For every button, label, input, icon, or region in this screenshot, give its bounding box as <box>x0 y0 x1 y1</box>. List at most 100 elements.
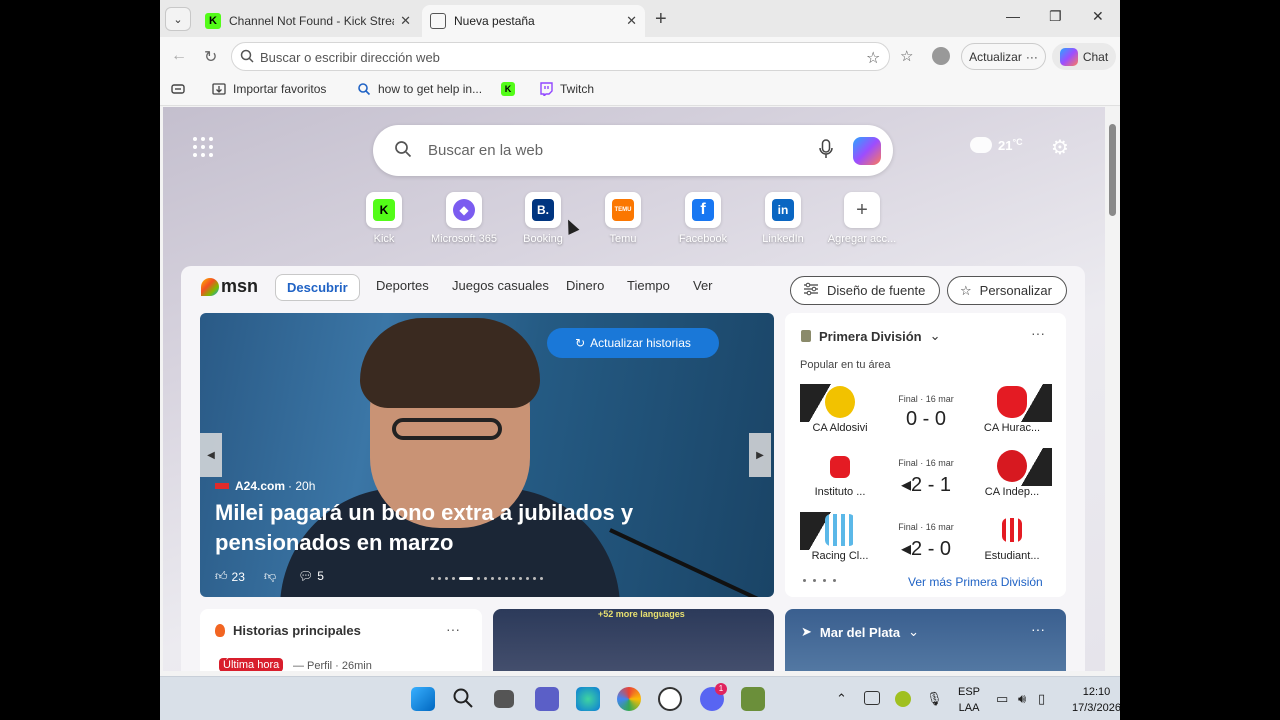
carousel-dot[interactable] <box>533 577 536 580</box>
more-options-button[interactable]: ··· <box>1031 621 1045 637</box>
quick-link-linkedin[interactable]: in LinkedIn <box>743 192 823 245</box>
tab-deportes[interactable]: Deportes <box>376 278 429 293</box>
minecraft-icon[interactable] <box>741 687 765 711</box>
match-row[interactable]: Final · 16 mar ◂2 - 0 Racing Cl... Estud… <box>800 512 1052 566</box>
carousel-next-button[interactable]: ▶ <box>749 433 771 477</box>
comments-button[interactable]: 💬︎ 5 <box>298 569 324 583</box>
minimize-button[interactable]: — <box>1006 8 1020 24</box>
league-selector[interactable]: Primera División ⌄ <box>801 328 941 344</box>
close-window-button[interactable]: ✕ <box>1092 8 1104 25</box>
bookmark-import[interactable]: Importar favoritos <box>212 82 326 96</box>
carousel-dots[interactable] <box>431 577 543 580</box>
quick-link-temu[interactable]: TEMU Temu <box>583 192 663 245</box>
more-options-button[interactable]: ··· <box>446 621 460 637</box>
tab-new-tab[interactable]: Nueva pestaña ✕ <box>422 5 645 37</box>
favorite-star-icon[interactable]: ☆ <box>866 48 880 68</box>
refresh-icon[interactable]: ↻ <box>204 47 217 67</box>
bookmark-help[interactable]: how to get help in... <box>357 82 482 96</box>
profile-avatar[interactable] <box>932 47 950 65</box>
search-icon[interactable] <box>452 687 476 711</box>
carousel-dot[interactable] <box>512 577 515 580</box>
page-scrollbar[interactable] <box>1105 107 1120 671</box>
carousel-dot[interactable] <box>459 577 473 580</box>
tab-descubrir[interactable]: Descubrir <box>275 274 360 301</box>
chrome-icon[interactable] <box>617 687 641 711</box>
quick-link-add[interactable]: + Agregar acc... <box>822 192 902 245</box>
carousel-dot[interactable] <box>491 577 494 580</box>
location-selector[interactable]: ➤ Mar del Plata ⌄ <box>801 624 919 640</box>
card-pager-dots[interactable] <box>803 579 836 582</box>
copilot-chat-button[interactable]: Chat <box>1052 43 1116 70</box>
refresh-stories-button[interactable]: ↻ Actualizar historias <box>547 328 719 358</box>
carousel-dot[interactable] <box>519 577 522 580</box>
language-indicator[interactable]: ESP LAA <box>958 684 980 716</box>
personalize-button[interactable]: ☆ Personalizar <box>947 276 1067 305</box>
carousel-dot[interactable] <box>498 577 501 580</box>
teams-icon[interactable] <box>535 687 559 711</box>
hero-carousel[interactable]: ↻ Actualizar historias ◀ ▶ A24.com · 20h… <box>200 313 774 597</box>
see-more-link[interactable]: Ver más Primera División <box>908 575 1043 589</box>
carousel-dot[interactable] <box>484 577 487 580</box>
tab-ver[interactable]: Ver <box>693 278 713 293</box>
quick-link-microsoft365[interactable]: ◆ Microsoft 365 <box>424 192 504 245</box>
carousel-dot[interactable] <box>452 577 455 580</box>
chevron-up-icon[interactable]: ⌃ <box>836 691 847 707</box>
web-search-input[interactable] <box>428 139 808 161</box>
video-card[interactable]: +52 more languages <box>493 609 774 671</box>
more-options-button[interactable]: ··· <box>1031 325 1045 341</box>
task-view-icon[interactable] <box>494 690 514 708</box>
match-row[interactable]: Final · 16 mar 0 - 0 CA Aldosivi CA Hura… <box>800 384 1052 438</box>
copilot-icon[interactable] <box>853 137 881 165</box>
start-button[interactable] <box>411 687 435 711</box>
carousel-dot[interactable] <box>477 577 480 580</box>
msn-logo[interactable]: msn <box>201 276 258 297</box>
dislike-button[interactable]: 👎︎ <box>264 569 276 584</box>
bookmark-twitch[interactable]: Twitch <box>539 82 594 98</box>
new-tab-button[interactable]: + <box>655 9 667 29</box>
address-input[interactable] <box>260 47 840 67</box>
address-bar[interactable]: ☆ <box>231 42 890 71</box>
carousel-dot[interactable] <box>505 577 508 580</box>
volume-icon[interactable]: 🔊︎ <box>1018 691 1026 707</box>
web-search-box[interactable] <box>373 125 893 176</box>
back-icon[interactable]: ← <box>171 47 187 65</box>
bookmark-kick[interactable]: K <box>501 82 515 96</box>
gear-icon[interactable]: ⚙ <box>1051 135 1069 160</box>
carousel-dot[interactable] <box>431 577 434 580</box>
quick-link-facebook[interactable]: f Facebook <box>663 192 743 245</box>
carousel-dot[interactable] <box>438 577 441 580</box>
close-tab-button[interactable]: ✕ <box>400 13 411 29</box>
hero-headline[interactable]: Milei pagará un bono extra a jubilados y… <box>215 498 675 558</box>
system-clock[interactable]: 12:10 17/3/2026 <box>1072 684 1120 716</box>
collections-icon[interactable] <box>171 83 185 95</box>
tab-juegos[interactable]: Juegos casuales <box>452 278 549 293</box>
carousel-prev-button[interactable]: ◀ <box>200 433 222 477</box>
tab-search-button[interactable]: ⌄ <box>165 7 191 31</box>
tab-kick[interactable]: K Channel Not Found - Kick Streami ✕ <box>197 5 419 37</box>
carousel-dot[interactable] <box>445 577 448 580</box>
feed-design-button[interactable]: Diseño de fuente <box>790 276 940 305</box>
edge-icon[interactable] <box>576 687 600 711</box>
app-tray-icon[interactable] <box>895 691 911 707</box>
maximize-button[interactable]: ❐ <box>1049 8 1062 25</box>
like-button[interactable]: 👍︎ 23 <box>215 569 245 584</box>
league-crest-icon <box>801 330 811 342</box>
tab-tiempo[interactable]: Tiempo <box>627 278 670 293</box>
microphone-icon[interactable]: 🎙︎ <box>926 691 943 707</box>
carousel-dot[interactable] <box>540 577 543 580</box>
quick-link-kick[interactable]: K Kick <box>344 192 424 245</box>
battery-icon[interactable]: ▯ <box>1038 691 1045 707</box>
microphone-icon[interactable] <box>819 139 833 164</box>
apps-launcher-icon[interactable] <box>193 137 213 157</box>
scrollbar-thumb[interactable] <box>1109 124 1116 216</box>
onedrive-icon[interactable] <box>864 691 880 705</box>
obs-icon[interactable] <box>658 687 682 711</box>
network-icon[interactable]: ▭ <box>996 691 1008 707</box>
update-button[interactable]: Actualizar ··· <box>961 43 1046 70</box>
match-row[interactable]: Final · 16 mar ◂2 - 1 Instituto ... CA I… <box>800 448 1052 502</box>
tab-dinero[interactable]: Dinero <box>566 278 604 293</box>
favorites-icon[interactable]: ☆ <box>900 47 913 65</box>
weather-widget[interactable]: 21 °C <box>970 137 1023 153</box>
close-tab-button[interactable]: ✕ <box>626 13 637 29</box>
carousel-dot[interactable] <box>526 577 529 580</box>
